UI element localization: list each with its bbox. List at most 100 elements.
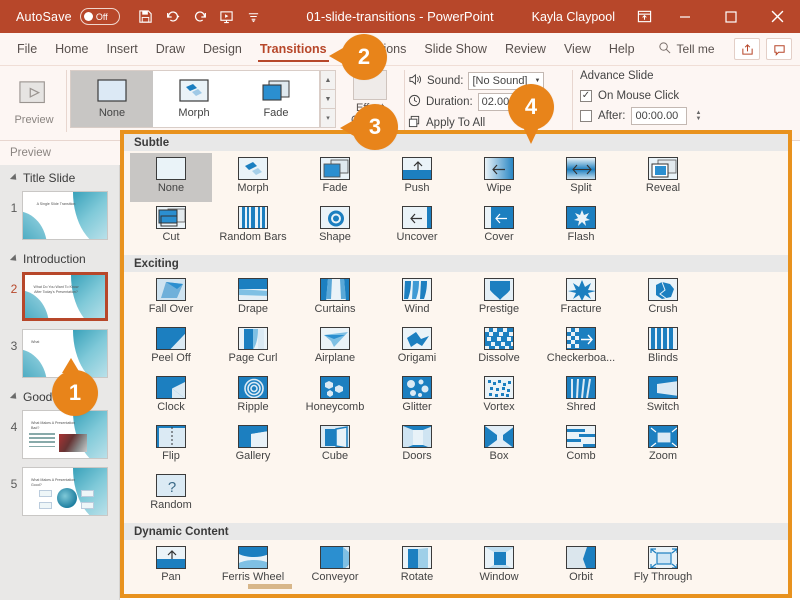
transition-random-bars[interactable]: Random Bars (212, 202, 294, 251)
transition-cut[interactable]: Cut (130, 202, 212, 251)
transition-none[interactable]: None (130, 153, 212, 202)
gallery-item-fade[interactable]: Fade (235, 71, 317, 127)
gallery-item-morph[interactable]: Morph (153, 71, 235, 127)
transition-prestige[interactable]: Prestige (458, 274, 540, 323)
slide-1-thumbnail[interactable]: A Single Slide Transition (22, 191, 108, 240)
maximize-button[interactable] (708, 0, 754, 33)
comments-icon[interactable] (766, 38, 792, 60)
transition-clock[interactable]: Clock (130, 372, 212, 421)
ribbon-display-options-icon[interactable] (626, 0, 662, 33)
tab-home[interactable]: Home (46, 33, 97, 66)
tab-view[interactable]: View (555, 33, 600, 66)
save-icon[interactable] (134, 5, 158, 29)
transition-rotate[interactable]: Rotate (376, 542, 458, 591)
gallery-scrollbar[interactable]: ▲ ▼ ▾ (320, 70, 336, 128)
gallery-scroll-up-button[interactable]: ▲ (321, 71, 335, 90)
customize-qat-icon[interactable] (242, 5, 266, 29)
transition-airplane[interactable]: Airplane (294, 323, 376, 372)
thumbnail-row[interactable]: 1 A Single Slide Transition (0, 189, 120, 246)
transition-morph[interactable]: Morph (212, 153, 294, 202)
after-stepper[interactable]: ▲ ▼ (695, 110, 701, 122)
thumbnail-row[interactable]: 4 What Makes A Presentation Bad? (0, 408, 120, 465)
after-checkbox[interactable] (580, 110, 592, 122)
transition-fall-over[interactable]: Fall Over (130, 274, 212, 323)
tab-review[interactable]: Review (496, 33, 555, 66)
tab-draw[interactable]: Draw (147, 33, 194, 66)
preview-button[interactable]: Preview (6, 68, 62, 138)
transition-push[interactable]: Push (376, 153, 458, 202)
tab-design[interactable]: Design (194, 33, 251, 66)
stepper-down-icon[interactable]: ▼ (695, 116, 701, 122)
slide-4-thumbnail[interactable]: What Makes A Presentation Bad? (22, 410, 108, 459)
transition-flip[interactable]: Flip (130, 421, 212, 470)
slide-5-thumbnail[interactable]: What Makes A Presentation Good? (22, 467, 108, 516)
tab-slide-show[interactable]: Slide Show (415, 33, 496, 66)
transition-wipe[interactable]: Wipe (458, 153, 540, 202)
transition-reveal[interactable]: Reveal (622, 153, 704, 202)
transition-dissolve[interactable]: Dissolve (458, 323, 540, 372)
minimize-button[interactable] (662, 0, 708, 33)
transition-box[interactable]: Box (458, 421, 540, 470)
transition-doors[interactable]: Doors (376, 421, 458, 470)
transition-fracture[interactable]: Fracture (540, 274, 622, 323)
tab-help[interactable]: Help (600, 33, 644, 66)
transition-gallery-dropdown[interactable]: Subtle None Morph Fade Push Wipe Split R… (120, 130, 792, 598)
transition-zoom[interactable]: Zoom (622, 421, 704, 470)
transition-wind[interactable]: Wind (376, 274, 458, 323)
on-mouse-click-row[interactable]: ✓ On Mouse Click (580, 86, 760, 106)
autosave-toggle[interactable]: Off (79, 8, 120, 25)
thumbnail-row[interactable]: 5 What Makes A Presentation Good? (0, 465, 120, 522)
section-header-introduction[interactable]: Introduction (0, 246, 120, 270)
transition-fade[interactable]: Fade (294, 153, 376, 202)
transition-honeycomb[interactable]: Honeycomb (294, 372, 376, 421)
transition-shred[interactable]: Shred (540, 372, 622, 421)
transition-split[interactable]: Split (540, 153, 622, 202)
transition-ripple[interactable]: Ripple (212, 372, 294, 421)
transition-vortex[interactable]: Vortex (458, 372, 540, 421)
tell-me-search[interactable]: Tell me (658, 41, 715, 57)
transition-gallery[interactable]: Gallery (212, 421, 294, 470)
transition-switch[interactable]: Switch (622, 372, 704, 421)
transition-curtains[interactable]: Curtains (294, 274, 376, 323)
transition-comb[interactable]: Comb (540, 421, 622, 470)
transition-page-curl[interactable]: Page Curl (212, 323, 294, 372)
transition-cube[interactable]: Cube (294, 421, 376, 470)
transition-origami[interactable]: Origami (376, 323, 458, 372)
dropdown-scroll-indicator[interactable] (248, 584, 292, 589)
transition-cover[interactable]: Cover (458, 202, 540, 251)
transition-peel-off[interactable]: Peel Off (130, 323, 212, 372)
transition-orbit[interactable]: Orbit (540, 542, 622, 591)
transition-drape[interactable]: Drape (212, 274, 294, 323)
collapse-triangle-icon[interactable] (9, 392, 20, 402)
transition-gallery-strip[interactable]: None Morph Fade (70, 70, 320, 128)
transition-pan[interactable]: Pan (130, 542, 212, 591)
transition-checkerboard[interactable]: Checkerboa... (540, 323, 622, 372)
transition-conveyor[interactable]: Conveyor (294, 542, 376, 591)
collapse-triangle-icon[interactable] (9, 254, 20, 264)
undo-icon[interactable] (161, 5, 185, 29)
tab-transitions[interactable]: Transitions (251, 33, 336, 66)
collapse-triangle-icon[interactable] (9, 173, 20, 183)
transition-random[interactable]: ? Random (130, 470, 212, 519)
transition-window[interactable]: Window (458, 542, 540, 591)
on-mouse-click-checkbox[interactable]: ✓ (580, 90, 592, 102)
transition-glitter[interactable]: Glitter (376, 372, 458, 421)
gallery-item-none[interactable]: None (71, 71, 153, 127)
close-button[interactable] (754, 0, 800, 33)
gallery-more-button[interactable]: ▾ (321, 109, 335, 127)
after-input[interactable]: 00:00.00 (631, 107, 688, 125)
autosave-group[interactable]: AutoSave Off (16, 8, 120, 25)
redo-icon[interactable] (188, 5, 212, 29)
transition-fly-through[interactable]: Fly Through (622, 542, 704, 591)
tab-insert[interactable]: Insert (98, 33, 147, 66)
share-icon[interactable] (734, 38, 760, 60)
after-row[interactable]: After: 00:00.00 ▲ ▼ (580, 106, 760, 126)
transition-uncover[interactable]: Uncover (376, 202, 458, 251)
tab-file[interactable]: File (8, 33, 46, 66)
start-slideshow-icon[interactable] (215, 5, 239, 29)
slide-2-thumbnail[interactable]: What Do You Want To Know After Today's P… (22, 272, 108, 321)
gallery-scroll-down-button[interactable]: ▼ (321, 90, 335, 109)
transition-flash[interactable]: Flash (540, 202, 622, 251)
transition-crush[interactable]: Crush (622, 274, 704, 323)
transition-blinds[interactable]: Blinds (622, 323, 704, 372)
